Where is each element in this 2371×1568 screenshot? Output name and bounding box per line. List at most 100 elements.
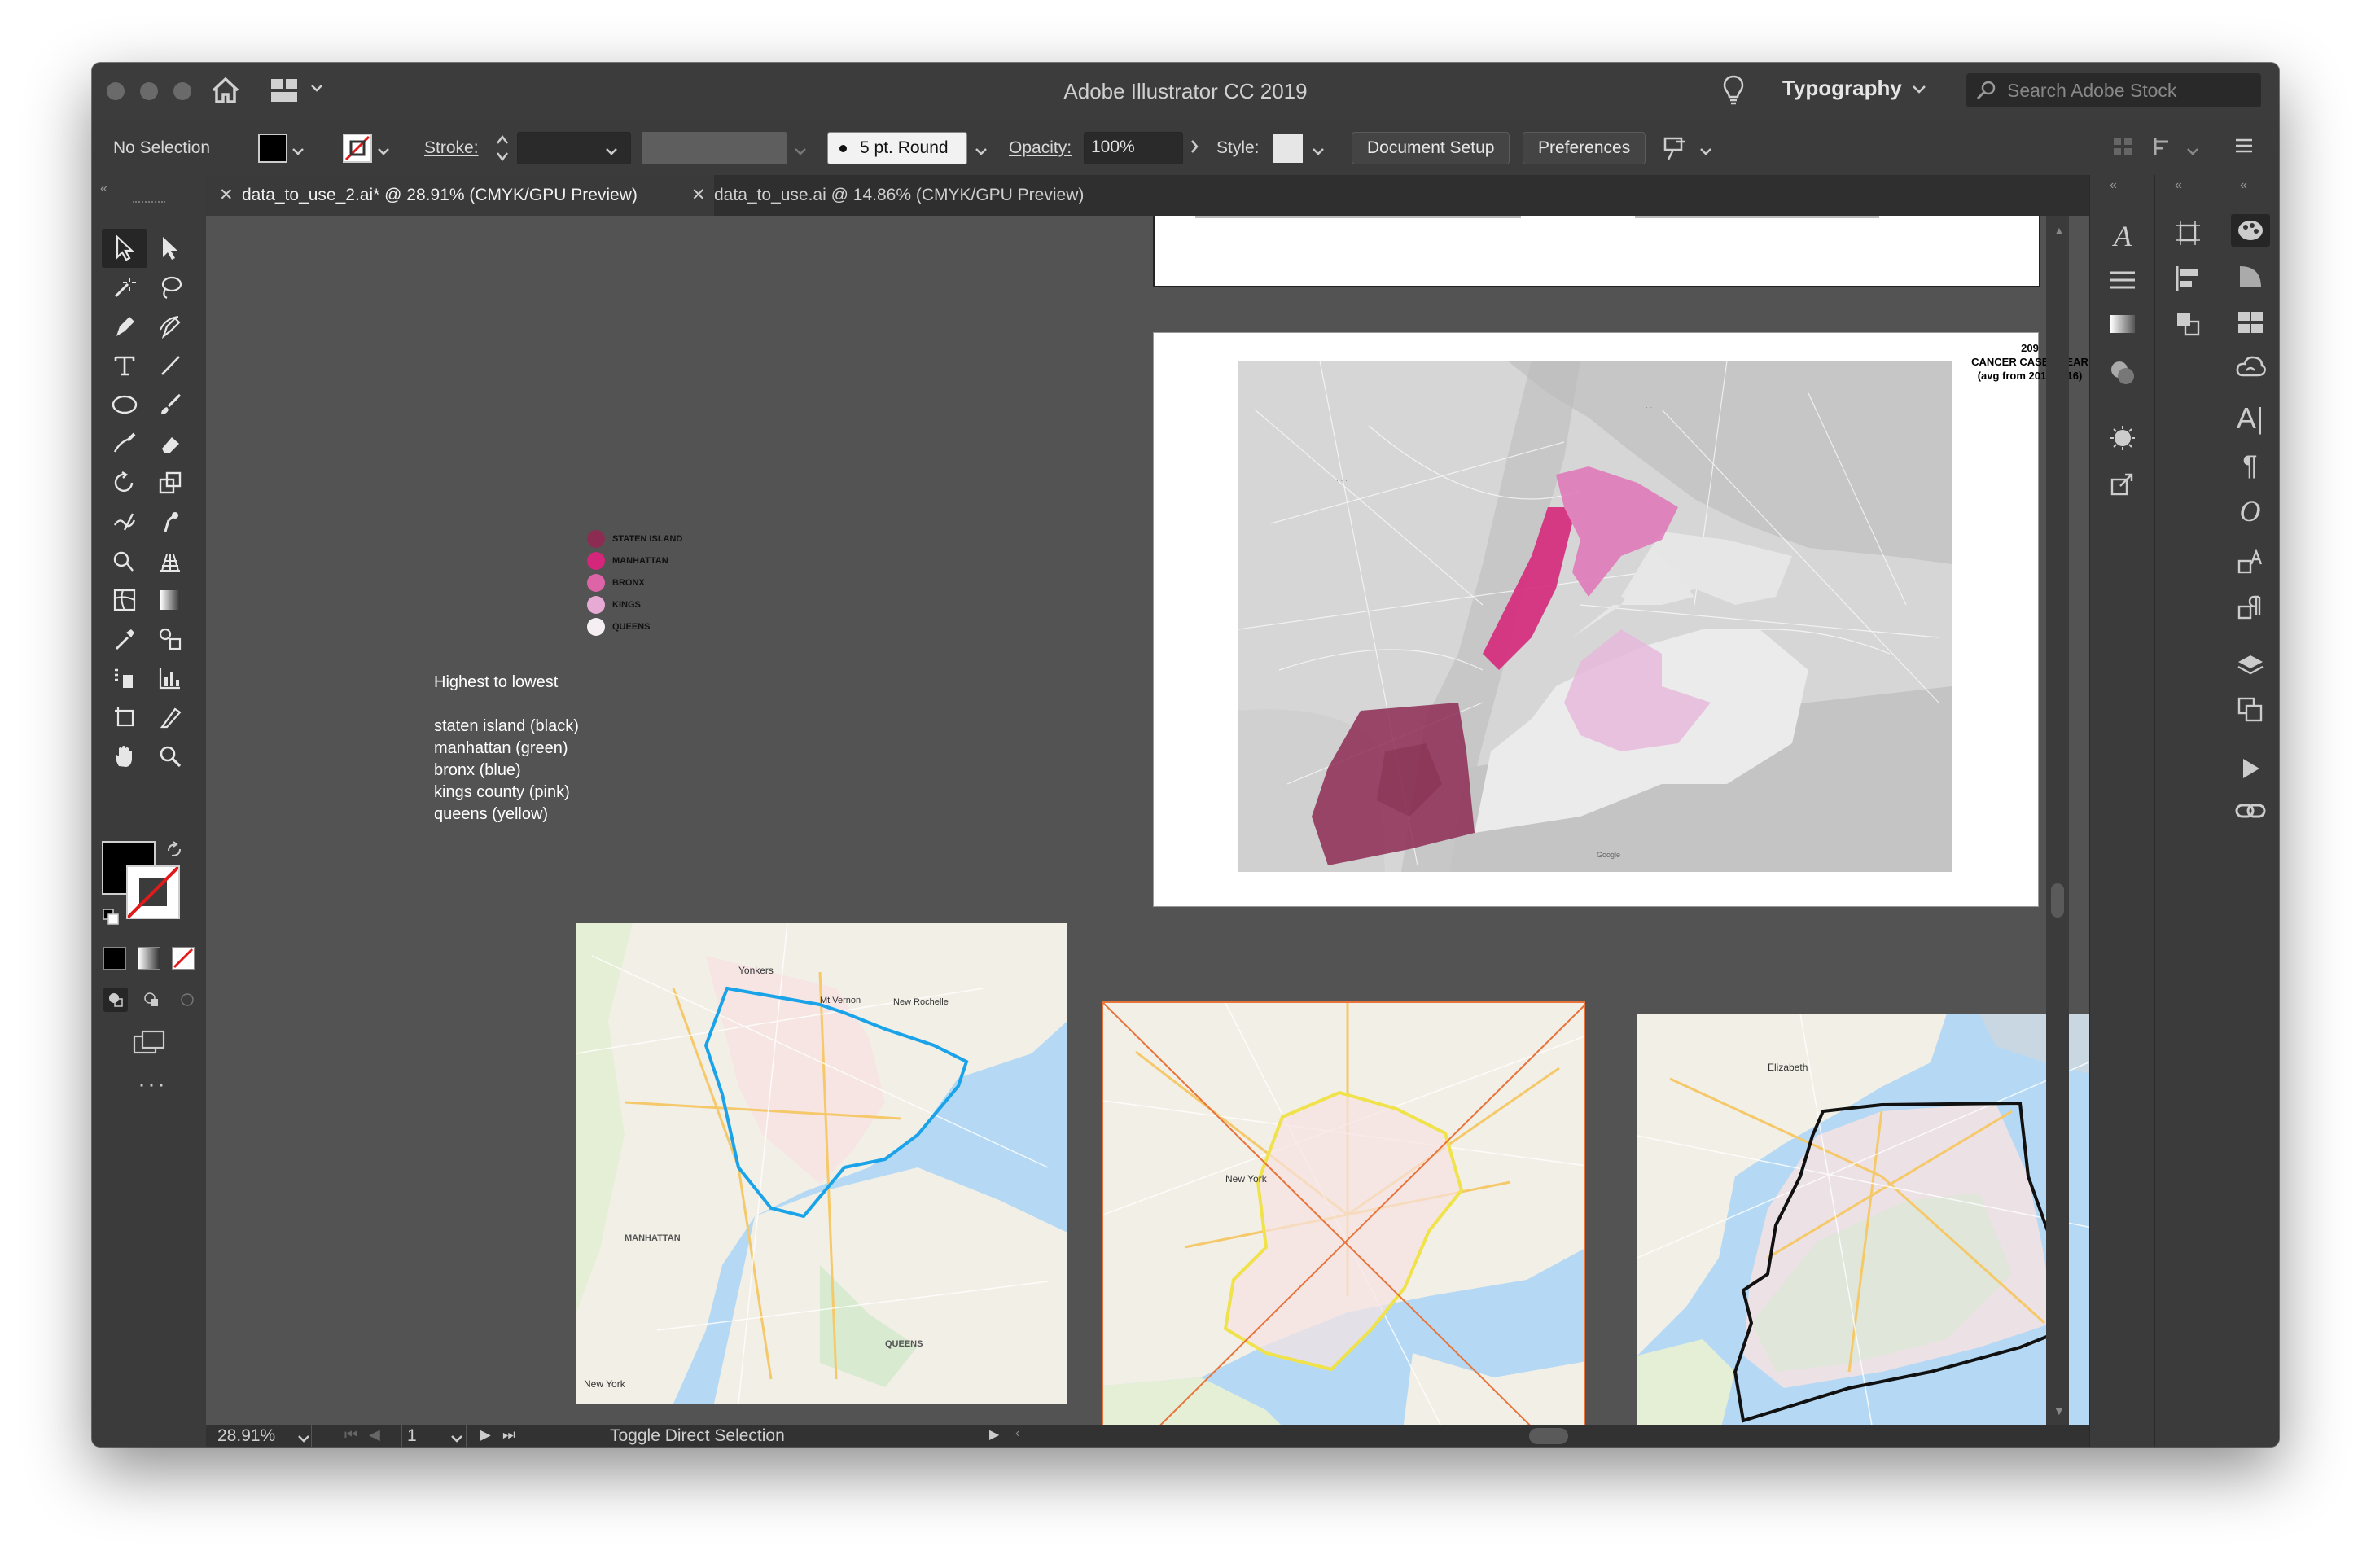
eraser-tool[interactable]: [147, 424, 193, 463]
default-colors-icon[interactable]: [102, 908, 120, 930]
lasso-tool[interactable]: [147, 268, 193, 307]
more-tools-icon[interactable]: ···: [138, 1071, 167, 1098]
draw-normal-icon[interactable]: [103, 988, 128, 1012]
chevron-down-icon[interactable]: [297, 1429, 310, 1447]
stroke-panel-icon[interactable]: [2090, 268, 2155, 292]
screen-mode-icon[interactable]: [131, 1030, 167, 1062]
opentype-panel-icon[interactable]: O: [2220, 494, 2279, 528]
chevron-down-icon[interactable]: [605, 142, 618, 161]
color-panel-icon[interactable]: [2220, 214, 2279, 247]
libraries-panel-icon[interactable]: [2220, 354, 2279, 379]
artboard-top[interactable]: [1153, 216, 2040, 287]
chevron-down-icon[interactable]: [377, 142, 390, 161]
first-artboard-icon[interactable]: ⏮: [344, 1426, 357, 1443]
lightbulb-icon[interactable]: [1722, 74, 1745, 111]
next-artboard-icon[interactable]: ▶: [480, 1426, 491, 1443]
gradient-tool[interactable]: [147, 580, 193, 620]
opacity-label[interactable]: Opacity:: [1009, 138, 1072, 158]
type-tool[interactable]: [102, 346, 147, 385]
paragraph-styles-panel-icon[interactable]: [2220, 593, 2279, 621]
adobe-stock-search[interactable]: Search Adobe Stock: [1966, 73, 2261, 107]
zoom-tool[interactable]: [147, 737, 193, 776]
artboards-panel-icon[interactable]: [2220, 696, 2279, 724]
fill-swatch[interactable]: [258, 134, 287, 163]
stroke-label[interactable]: Stroke:: [424, 138, 479, 158]
hand-tool[interactable]: [102, 737, 147, 776]
artboard-main[interactable]: · · · · · · · · Google: [1153, 332, 2039, 907]
magic-wand-tool[interactable]: [102, 268, 147, 307]
rotate-tool[interactable]: [102, 463, 147, 502]
collapse-icon[interactable]: «: [2240, 178, 2247, 193]
shape-builder-tool[interactable]: [102, 541, 147, 580]
scale-tool[interactable]: [147, 463, 193, 502]
curvature-tool[interactable]: [147, 307, 193, 346]
export-panel-icon[interactable]: [2090, 470, 2155, 497]
collapse-icon[interactable]: «: [100, 182, 107, 196]
document-setup-button[interactable]: Document Setup: [1352, 132, 1510, 164]
paragraph-panel-icon[interactable]: ¶: [2220, 450, 2279, 482]
scroll-thumb[interactable]: [2051, 883, 2064, 918]
vertical-scrollbar[interactable]: ▲ ▼: [2046, 216, 2069, 1425]
gradient-panel-icon[interactable]: [2090, 313, 2155, 335]
chevron-down-icon[interactable]: [1312, 142, 1325, 161]
character-styles-icon[interactable]: A: [2090, 219, 2155, 253]
previous-artboard-icon[interactable]: ◀: [369, 1426, 380, 1443]
scroll-down-icon[interactable]: ▼: [2053, 1404, 2065, 1417]
stroke-color-box[interactable]: [126, 865, 180, 919]
character-styles-panel-icon[interactable]: [2220, 548, 2279, 576]
staten-island-map-image[interactable]: Elizabeth: [1637, 1014, 2160, 1425]
pen-tool[interactable]: [102, 307, 147, 346]
none-button[interactable]: [172, 947, 195, 970]
tab-data-to-use-2[interactable]: ✕ data_to_use_2.ai* @ 28.91% (CMYK/GPU P…: [206, 175, 714, 216]
chevron-down-icon[interactable]: [291, 142, 305, 161]
graphic-style-swatch[interactable]: [1273, 134, 1303, 163]
close-icon[interactable]: ✕: [691, 175, 706, 216]
warp-tool[interactable]: [102, 502, 147, 541]
gradient-button[interactable]: [138, 947, 160, 970]
chevron-down-icon[interactable]: [794, 142, 807, 161]
symbol-sprayer-tool[interactable]: [102, 659, 147, 698]
collapse-icon[interactable]: «: [2110, 178, 2117, 193]
align-grid-icon[interactable]: [2111, 135, 2134, 163]
preferences-button[interactable]: Preferences: [1523, 132, 1646, 164]
stroke-swatch[interactable]: [343, 134, 372, 163]
blend-tool[interactable]: [147, 620, 193, 659]
direct-selection-tool[interactable]: [147, 229, 193, 268]
pin-icon[interactable]: [1660, 134, 1690, 168]
chevron-right-icon[interactable]: [1190, 138, 1199, 160]
pathfinder-panel-icon[interactable]: [2155, 310, 2220, 338]
tab-data-to-use[interactable]: ✕ data_to_use.ai @ 14.86% (CMYK/GPU Prev…: [678, 175, 1170, 216]
chevron-down-icon[interactable]: [2186, 142, 2199, 161]
canvas[interactable]: · · · · · · · · Google 209 CANCER CASES/…: [206, 216, 2160, 1425]
character-panel-icon[interactable]: A|: [2220, 401, 2279, 436]
transform-panel-icon[interactable]: [2155, 219, 2220, 247]
queens-map-image[interactable]: New York: [1102, 1001, 1585, 1425]
draw-inside-icon[interactable]: [175, 988, 199, 1012]
panel-menu-icon[interactable]: [2233, 135, 2255, 161]
appearance-panel-icon[interactable]: [2090, 424, 2155, 452]
shaper-tool[interactable]: [102, 424, 147, 463]
color-guide-icon[interactable]: [2220, 263, 2279, 291]
drag-handle[interactable]: [133, 201, 165, 208]
transparency-panel-icon[interactable]: [2090, 359, 2155, 387]
stroke-weight-stepper[interactable]: [494, 132, 511, 169]
paintbrush-tool[interactable]: [147, 385, 193, 424]
line-segment-tool[interactable]: [147, 346, 193, 385]
chevron-down-icon[interactable]: [1699, 142, 1712, 161]
close-icon[interactable]: ✕: [219, 175, 234, 216]
selection-tool[interactable]: [102, 229, 147, 268]
scroll-up-icon[interactable]: ▲: [2053, 224, 2065, 237]
layers-panel-icon[interactable]: [2220, 652, 2279, 680]
column-graph-tool[interactable]: [147, 659, 193, 698]
chevron-down-icon[interactable]: [450, 1429, 463, 1447]
scroll-left-icon[interactable]: ‹: [1015, 1426, 1019, 1441]
perspective-grid-tool[interactable]: [147, 541, 193, 580]
bronx-map-image[interactable]: Yonkers Mt Vernon New Rochelle MANHATTAN…: [576, 923, 1067, 1404]
swatches-panel-icon[interactable]: [2220, 310, 2279, 335]
variable-width-profile[interactable]: [642, 132, 787, 164]
workspace-switcher[interactable]: Typography: [1782, 76, 1926, 101]
horizontal-scroll-thumb[interactable]: [1529, 1428, 1568, 1444]
collapse-icon[interactable]: «: [2175, 178, 2182, 193]
chevron-down-icon[interactable]: [975, 142, 988, 161]
transform-icon[interactable]: [2152, 135, 2176, 163]
